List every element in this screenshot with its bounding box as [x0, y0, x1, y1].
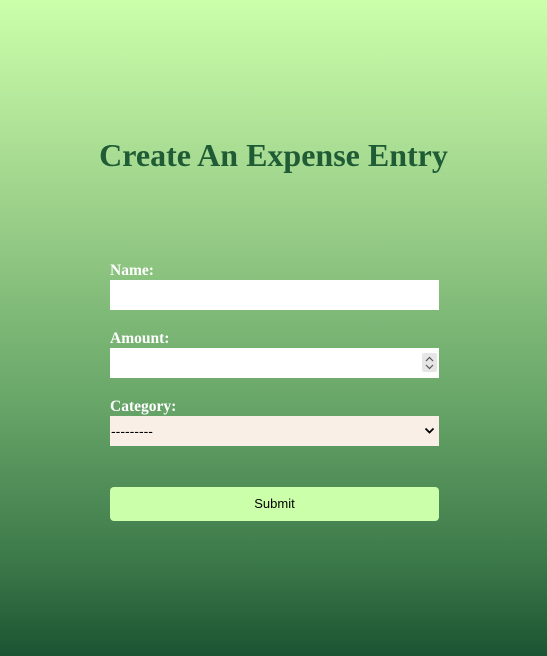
stepper-down-icon[interactable] [425, 364, 434, 370]
category-label: Category: [110, 398, 177, 415]
amount-field-wrapper [110, 348, 439, 378]
category-select[interactable]: --------- [110, 416, 439, 446]
amount-stepper[interactable] [422, 353, 437, 372]
amount-input[interactable] [110, 348, 439, 378]
submit-button[interactable]: Submit [110, 487, 439, 521]
amount-group: Amount: [110, 330, 439, 378]
name-input[interactable] [110, 280, 439, 310]
name-group: Name: [110, 262, 439, 310]
stepper-up-icon[interactable] [425, 356, 434, 362]
amount-label: Amount: [110, 330, 170, 347]
chevron-down-icon [424, 427, 435, 434]
category-selected-value: --------- [111, 423, 153, 439]
category-group: Category: --------- [110, 398, 439, 446]
name-label: Name: [110, 262, 154, 279]
expense-form: Name: Amount: Category: --------- Submit [110, 262, 439, 521]
page-title: Create An Expense Entry [99, 137, 448, 173]
